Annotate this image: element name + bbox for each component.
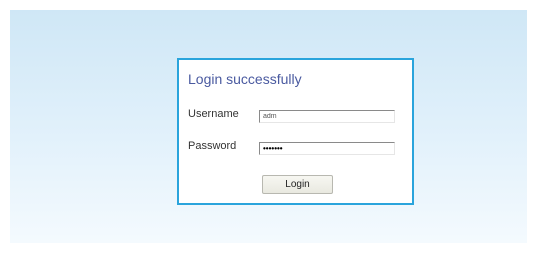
username-label: Username — [188, 108, 239, 120]
page: Login successfully Username Password Log… — [0, 0, 537, 253]
login-panel: Login successfully Username Password Log… — [177, 58, 414, 205]
login-button[interactable]: Login — [262, 175, 333, 194]
login-status-title: Login successfully — [188, 71, 302, 87]
password-label: Password — [188, 140, 237, 152]
password-input[interactable] — [259, 142, 395, 155]
username-input[interactable] — [259, 110, 395, 123]
